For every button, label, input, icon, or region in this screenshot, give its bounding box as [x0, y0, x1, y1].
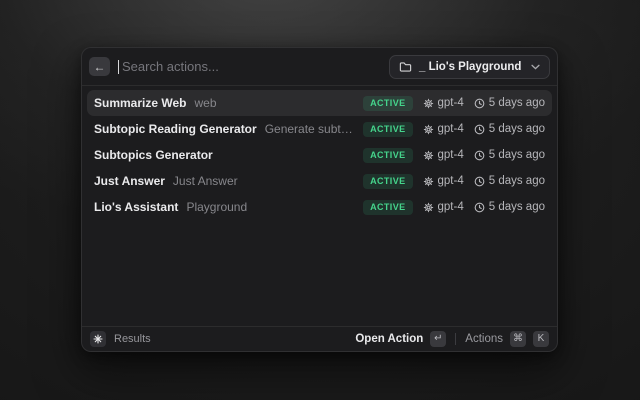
action-subtitle: Just Answer [173, 174, 238, 188]
action-meta: ACTIVE gpt-4 5 days ago [363, 122, 545, 137]
chevron-down-icon [531, 64, 540, 70]
back-arrow-icon: ← [94, 61, 106, 73]
palette-footer: Results Open Action ↵ Actions ⌘ K [82, 326, 557, 351]
action-meta: ACTIVE gpt-4 5 days ago [363, 200, 545, 215]
footer-divider [455, 333, 456, 345]
action-title: Just Answer [94, 174, 165, 188]
clock-icon [474, 124, 485, 135]
gear-icon [423, 124, 434, 135]
workspace-selector[interactable]: _ Lio's Playground [389, 55, 550, 79]
status-badge: ACTIVE [363, 200, 412, 215]
folder-icon [399, 61, 412, 73]
footer-shortcuts: Open Action ↵ Actions ⌘ K [355, 331, 549, 347]
action-meta: ACTIVE gpt-4 5 days ago [363, 174, 545, 189]
model-meta: gpt-4 [423, 97, 464, 109]
gear-icon [423, 98, 434, 109]
model-meta: gpt-4 [423, 201, 464, 213]
model-label: gpt-4 [438, 201, 464, 213]
model-label: gpt-4 [438, 97, 464, 109]
gear-icon [423, 202, 434, 213]
action-meta: ACTIVE gpt-4 5 days ago [363, 148, 545, 163]
model-label: gpt-4 [438, 175, 464, 187]
updated-meta: 5 days ago [474, 123, 545, 135]
updated-meta: 5 days ago [474, 201, 545, 213]
action-title: Subtopic Reading Generator [94, 122, 257, 136]
updated-meta: 5 days ago [474, 97, 545, 109]
action-row-subtopic-reading-generator[interactable]: Subtopic Reading Generator Generate subt… [87, 116, 552, 142]
gear-icon [423, 150, 434, 161]
palette-header: ← Search actions... _ Lio's Playground [82, 48, 557, 86]
action-subtitle: Playground [186, 200, 247, 214]
model-meta: gpt-4 [423, 175, 464, 187]
gear-icon [423, 176, 434, 187]
enter-key-badge[interactable]: ↵ [430, 331, 446, 347]
updated-label: 5 days ago [489, 97, 545, 109]
search-placeholder: Search actions... [122, 59, 219, 74]
action-row-just-answer[interactable]: Just Answer Just Answer ACTIVE gpt-4 5 d… [87, 168, 552, 194]
action-row-lios-assistant[interactable]: Lio's Assistant Playground ACTIVE gpt-4 … [87, 194, 552, 220]
updated-label: 5 days ago [489, 175, 545, 187]
action-subtitle: Generate subtopic reading material [265, 122, 355, 136]
clock-icon [474, 98, 485, 109]
command-palette-window: ← Search actions... _ Lio's Playground S… [81, 47, 558, 352]
action-meta: ACTIVE gpt-4 5 days ago [363, 96, 545, 111]
status-badge: ACTIVE [363, 96, 412, 111]
model-meta: gpt-4 [423, 149, 464, 161]
action-title: Subtopics Generator [94, 148, 213, 162]
action-row-summarize-web[interactable]: Summarize Web web ACTIVE gpt-4 5 days ag… [87, 90, 552, 116]
results-label: Results [114, 333, 151, 345]
search-input[interactable]: Search actions... [118, 48, 381, 85]
actions-label: Actions [465, 333, 503, 345]
model-label: gpt-4 [438, 149, 464, 161]
app-logo-icon [90, 331, 106, 347]
updated-label: 5 days ago [489, 123, 545, 135]
workspace-label: _ Lio's Playground [419, 61, 521, 73]
updated-meta: 5 days ago [474, 175, 545, 187]
clock-icon [474, 202, 485, 213]
updated-meta: 5 days ago [474, 149, 545, 161]
clock-icon [474, 150, 485, 161]
model-label: gpt-4 [438, 123, 464, 135]
text-cursor [118, 60, 119, 74]
back-button[interactable]: ← [89, 57, 110, 76]
actions-list: Summarize Web web ACTIVE gpt-4 5 days ag… [82, 86, 557, 326]
action-title: Summarize Web [94, 96, 186, 110]
open-action-label: Open Action [355, 333, 423, 345]
action-title: Lio's Assistant [94, 200, 178, 214]
action-subtitle: web [194, 96, 216, 110]
status-badge: ACTIVE [363, 174, 412, 189]
model-meta: gpt-4 [423, 123, 464, 135]
status-badge: ACTIVE [363, 122, 412, 137]
cmd-key-badge[interactable]: ⌘ [510, 331, 526, 347]
k-key-badge[interactable]: K [533, 331, 549, 347]
status-badge: ACTIVE [363, 148, 412, 163]
updated-label: 5 days ago [489, 201, 545, 213]
updated-label: 5 days ago [489, 149, 545, 161]
action-row-subtopics-generator[interactable]: Subtopics Generator ACTIVE gpt-4 5 days … [87, 142, 552, 168]
clock-icon [474, 176, 485, 187]
